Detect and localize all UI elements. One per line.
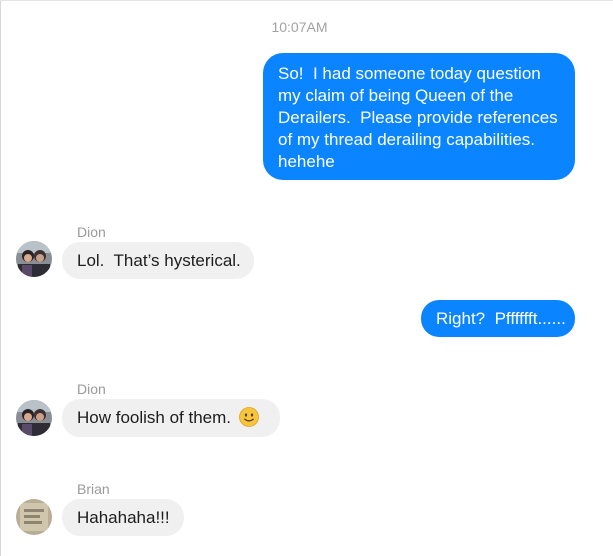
- sender-name: Dion: [77, 381, 106, 397]
- incoming-message-bubble[interactable]: Lol. That’s hysterical.: [62, 242, 254, 279]
- message-text: How foolish of them.: [77, 408, 232, 427]
- sender-name: Brian: [77, 481, 110, 497]
- window-border-top: [0, 0, 613, 1]
- window-border-left: [0, 0, 1, 556]
- message-timestamp: 10:07AM: [0, 19, 613, 35]
- message-text: Lol. That’s hysterical.: [77, 251, 241, 270]
- avatar-photo-icon: [16, 499, 52, 535]
- avatar-photo-icon: [16, 400, 52, 436]
- message-text: Hahahaha!!!: [77, 508, 170, 527]
- incoming-message-bubble[interactable]: Hahahaha!!!: [62, 499, 184, 536]
- avatar-photo-icon: [16, 241, 52, 277]
- outgoing-message-bubble[interactable]: Right? Pfffffft......: [421, 300, 575, 337]
- slightly-smiling-face-icon: [238, 407, 259, 433]
- message-text: Right? Pfffffft......: [436, 309, 566, 328]
- sender-name: Dion: [77, 224, 106, 240]
- incoming-message-bubble[interactable]: How foolish of them.: [62, 399, 280, 437]
- avatar-dion[interactable]: [16, 400, 52, 436]
- timestamp-text: 10:07AM: [271, 19, 328, 35]
- message-text: So! I had someone today question my clai…: [278, 64, 563, 171]
- avatar-dion[interactable]: [16, 241, 52, 277]
- outgoing-message-bubble[interactable]: So! I had someone today question my clai…: [263, 53, 575, 180]
- avatar-brian[interactable]: [16, 499, 52, 535]
